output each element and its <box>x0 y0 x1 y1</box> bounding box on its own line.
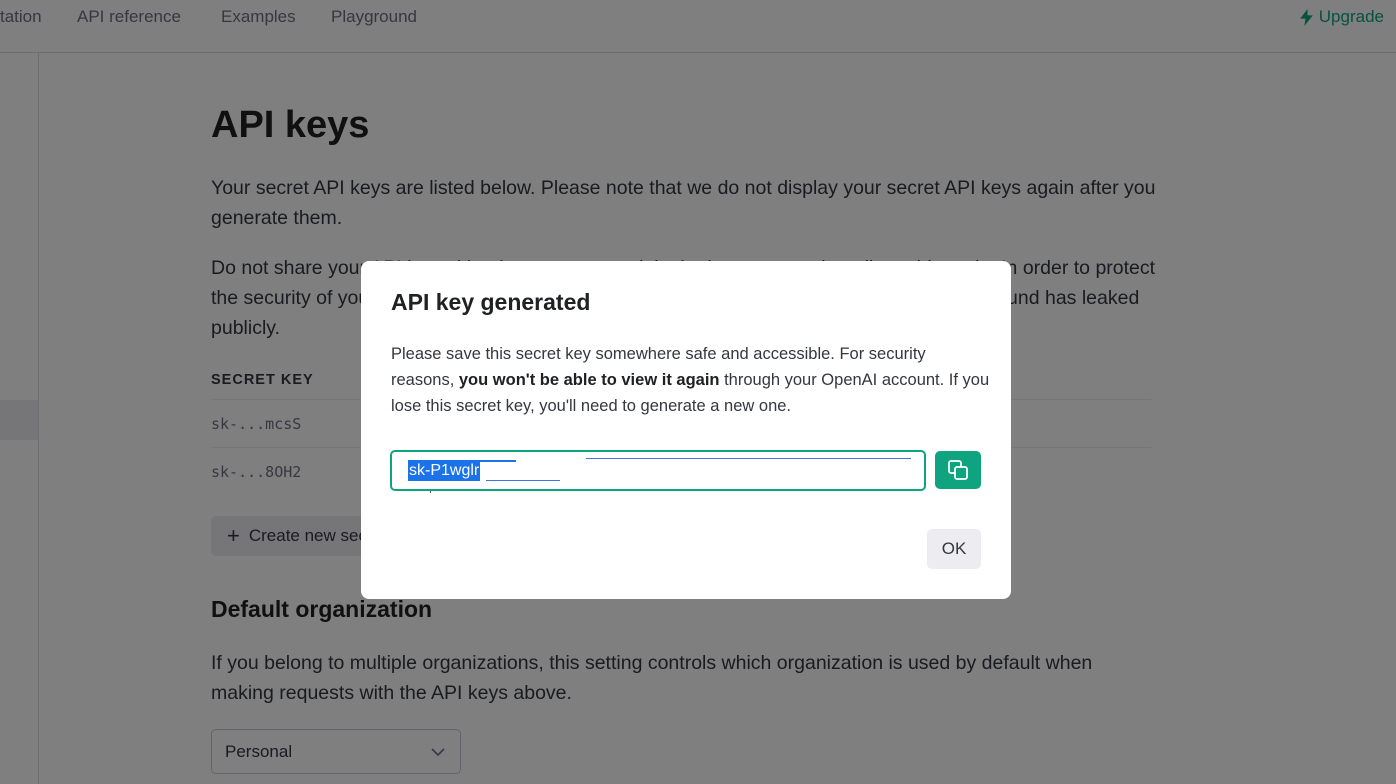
selection-artifact <box>586 458 911 459</box>
selection-artifact <box>486 480 560 481</box>
copy-icon <box>948 460 968 480</box>
dialog-message: Please save this secret key somewhere sa… <box>391 341 991 419</box>
ok-button[interactable]: OK <box>927 529 981 569</box>
secret-key-value: sk-P1wglr <box>408 461 481 481</box>
dialog-title: API key generated <box>391 289 591 315</box>
api-key-generated-dialog: API key generated Please save this secre… <box>361 261 1011 599</box>
cursor-artifact <box>430 491 431 493</box>
copy-key-button[interactable] <box>935 451 981 489</box>
secret-key-field[interactable]: sk-P1wglr <box>390 450 926 491</box>
dialog-message-bold: you won't be able to view it again <box>458 371 720 389</box>
